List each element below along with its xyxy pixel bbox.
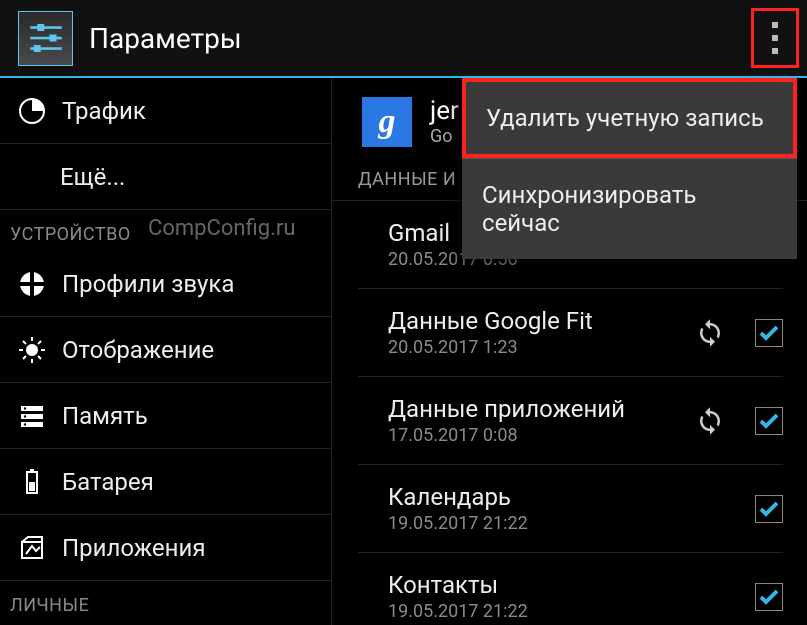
account-name: jer (430, 96, 459, 126)
sync-item-title: Данные приложений (388, 395, 723, 423)
sync-item-title: Календарь (388, 483, 723, 511)
sync-item[interactable]: Календарь19.05.2017 21:22 (358, 465, 783, 553)
nav-item-more[interactable]: Ещё... (0, 144, 331, 210)
account-detail: g jer Go ДАННЫЕ И Gmail20.05.2017 0:56Да… (332, 78, 807, 625)
menu-item-delete-account[interactable]: Удалить учетную запись (462, 78, 797, 158)
settings-nav: Трафик Ещё... УСТРОЙСТВО Профили звука (0, 78, 332, 625)
sync-checkbox[interactable] (755, 495, 783, 523)
nav-item-storage[interactable]: Память (0, 383, 331, 449)
sync-item[interactable]: Контакты19.05.2017 21:22 (358, 553, 783, 625)
target-icon (14, 270, 50, 298)
brightness-icon (14, 336, 50, 364)
section-header-personal: ЛИЧНЫЕ (0, 581, 331, 622)
battery-icon (14, 468, 50, 496)
sync-refresh-icon (693, 316, 727, 350)
sync-checkbox[interactable] (755, 583, 783, 611)
overflow-menu-button[interactable] (751, 8, 799, 68)
menu-item-sync-now[interactable]: Синхронизировать сейчас (462, 158, 797, 259)
overflow-menu-popup: Удалить учетную запись Синхронизировать … (462, 78, 797, 259)
nav-item-apps[interactable]: Приложения (0, 515, 331, 581)
nav-item-label: Ещё... (14, 163, 125, 191)
nav-item-label: Отображение (62, 336, 214, 364)
sync-item-date: 17.05.2017 0:08 (388, 425, 723, 446)
sync-item-date: 19.05.2017 21:22 (388, 601, 723, 622)
nav-item-sound-profiles[interactable]: Профили звука (0, 251, 331, 317)
sync-refresh-icon (693, 404, 727, 438)
sync-item-title: Контакты (388, 571, 723, 599)
section-header-device: УСТРОЙСТВО (0, 210, 331, 251)
nav-item-traffic[interactable]: Трафик (0, 78, 331, 144)
apps-icon (14, 534, 50, 562)
account-provider: Go (430, 126, 459, 147)
nav-item-label: Трафик (62, 97, 146, 125)
nav-item-label: Батарея (62, 468, 154, 496)
nav-item-display[interactable]: Отображение (0, 317, 331, 383)
sync-item-title: Данные Google Fit (388, 307, 723, 335)
sync-list: Gmail20.05.2017 0:56Данные Google Fit20.… (332, 201, 807, 625)
nav-item-battery[interactable]: Батарея (0, 449, 331, 515)
traffic-icon (14, 97, 50, 125)
nav-item-label: Приложения (62, 534, 206, 562)
page-title: Параметры (89, 22, 242, 55)
sync-item-date: 19.05.2017 21:22 (388, 513, 723, 534)
sync-item-date: 20.05.2017 1:23 (388, 337, 723, 358)
sync-item[interactable]: Данные Google Fit20.05.2017 1:23 (358, 289, 783, 377)
settings-icon (18, 11, 73, 66)
nav-item-label: Память (62, 402, 148, 430)
storage-icon (14, 402, 50, 430)
sync-checkbox[interactable] (755, 407, 783, 435)
overflow-icon (772, 22, 778, 54)
nav-item-label: Профили звука (62, 270, 234, 298)
sync-item[interactable]: Данные приложений17.05.2017 0:08 (358, 377, 783, 465)
sync-checkbox[interactable] (755, 319, 783, 347)
google-icon: g (362, 97, 412, 147)
app-header: Параметры (0, 0, 807, 78)
